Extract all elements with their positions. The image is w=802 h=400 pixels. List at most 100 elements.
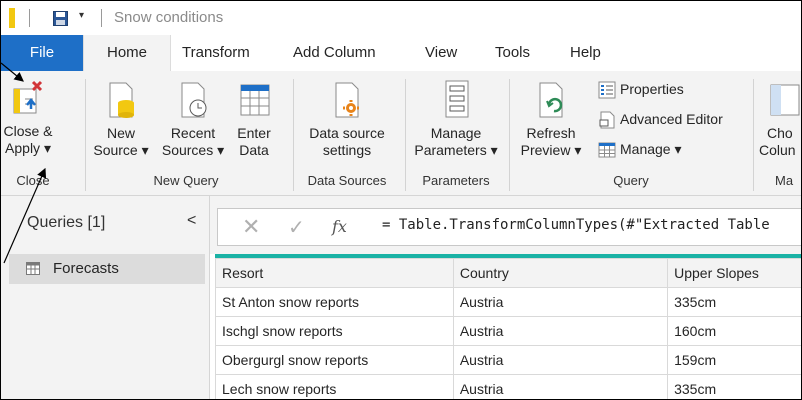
data-table: Resort Country Upper Slopes St Anton sno… (215, 258, 801, 399)
recent-sources-label: Recent (170, 125, 216, 141)
choose-columns-label-2: Colun (759, 142, 796, 158)
group-label-query: Query (613, 173, 649, 188)
table-cell[interactable]: Ischgl snow reports (215, 316, 454, 346)
close-apply-button[interactable]: Close & Apply ▾ (3, 79, 53, 157)
tab-file[interactable]: File (1, 35, 83, 71)
properties-label: Properties (620, 81, 684, 97)
refresh-preview-button[interactable]: Refresh Preview ▾ (513, 81, 589, 159)
group-separator (85, 79, 86, 191)
cancel-icon[interactable]: ✕ (242, 214, 260, 240)
recent-sources-label-2: Sources ▾ (161, 142, 225, 158)
ribbon-tabs: File Home Transform Add Column View Tool… (1, 35, 801, 72)
enter-data-label-2: Data (239, 142, 269, 158)
table-row: Obergurgl snow reports Austria 159cm (215, 345, 801, 375)
choose-columns-icon (770, 84, 800, 116)
collapse-panel-button[interactable]: < (187, 212, 196, 230)
formula-bar: ✕ ✓ fx = Table.TransformColumnTypes(#"Ex… (210, 196, 801, 254)
manage-table-icon (598, 142, 616, 158)
formula-input[interactable]: = Table.TransformColumnTypes(#"Extracted… (368, 208, 801, 246)
tab-help[interactable]: Help (570, 35, 601, 71)
manage-parameters-label: Manage (430, 125, 482, 141)
data-source-settings-button[interactable]: Data source settings (297, 81, 397, 159)
column-header-upper-slopes[interactable]: Upper Slopes (667, 258, 801, 288)
table-cell[interactable]: Austria (452, 345, 669, 375)
choose-columns-label: Cho (767, 125, 793, 141)
tab-tools[interactable]: Tools (495, 35, 530, 71)
queries-title: Queries [1] (27, 214, 106, 231)
enter-data-label: Enter (237, 125, 271, 141)
group-separator (405, 79, 406, 191)
manage-parameters-button[interactable]: Manage Parameters ▾ (408, 79, 504, 159)
title-bar: ▾ Snow conditions (1, 1, 801, 35)
window-title: Snow conditions (114, 9, 224, 26)
table-cell[interactable]: Austria (452, 374, 669, 399)
app-window: ▾ Snow conditions File Home Transform Ad… (0, 0, 802, 400)
save-icon[interactable] (53, 11, 68, 26)
manage-query-button[interactable]: Manage ▾ (598, 139, 682, 159)
group-label-parameters: Parameters (422, 173, 490, 188)
data-preview-grid: Resort Country Upper Slopes St Anton sno… (215, 254, 801, 399)
close-apply-icon (13, 80, 43, 114)
data-source-settings-label: Data source (309, 125, 385, 141)
table-cell[interactable]: St Anton snow reports (215, 287, 454, 317)
ribbon: Close & Apply ▾ Close New Source ▾ Recen… (1, 71, 801, 196)
group-label-manage-columns: Ma (775, 173, 794, 188)
manage-query-label: Manage ▾ (620, 141, 682, 157)
table-cell[interactable]: Lech snow reports (215, 374, 454, 399)
enter-data-button[interactable]: Enter Data (231, 81, 277, 159)
tab-home[interactable]: Home (83, 35, 171, 72)
customize-toolbar-arrow-icon[interactable]: ▾ (79, 10, 84, 21)
tab-view[interactable]: View (425, 35, 457, 71)
choose-columns-button[interactable]: Cho Colun (757, 81, 801, 159)
tab-transform[interactable]: Transform (182, 35, 250, 71)
new-source-label-2: Source ▾ (93, 142, 149, 158)
new-source-icon (109, 82, 134, 118)
enter-data-table-icon (240, 84, 270, 116)
data-source-settings-icon (335, 82, 359, 118)
query-item-label: Forecasts (53, 260, 119, 277)
table-cell[interactable]: Obergurgl snow reports (215, 345, 454, 375)
table-row: St Anton snow reports Austria 335cm (215, 287, 801, 317)
table-cell[interactable]: 335cm (667, 287, 801, 317)
refresh-preview-label: Refresh (526, 125, 576, 141)
table-row: Lech snow reports Austria 335cm (215, 374, 801, 399)
group-label-close: Close (16, 173, 50, 188)
formula-text: = Table.TransformColumnTypes(#"Extracted… (382, 217, 770, 233)
group-label-new-query: New Query (153, 173, 219, 188)
advanced-editor-label: Advanced Editor (620, 111, 723, 127)
column-header-country[interactable]: Country (452, 258, 669, 288)
group-separator (509, 79, 510, 191)
table-row: Ischgl snow reports Austria 160cm (215, 316, 801, 346)
tab-add-column[interactable]: Add Column (293, 35, 376, 71)
table-icon (26, 262, 40, 275)
check-icon[interactable]: ✓ (288, 215, 305, 240)
new-source-button[interactable]: New Source ▾ (89, 81, 153, 159)
recent-sources-icon (181, 82, 207, 118)
column-header-resort[interactable]: Resort (215, 258, 454, 288)
table-cell[interactable]: 160cm (667, 316, 801, 346)
data-source-settings-label-2: settings (322, 142, 372, 158)
advanced-editor-icon (599, 111, 615, 129)
group-separator (753, 79, 754, 191)
close-apply-label: Close & (3, 123, 53, 139)
properties-icon (598, 81, 616, 99)
formula-buttons: ✕ ✓ fx (217, 208, 369, 246)
power-bi-logo-icon (9, 8, 15, 28)
queries-panel: Queries [1] < Forecasts (1, 196, 210, 399)
recent-sources-button[interactable]: Recent Sources ▾ (157, 81, 229, 159)
group-label-data-sources: Data Sources (307, 173, 387, 188)
new-source-label: New (106, 125, 135, 141)
table-cell[interactable]: Austria (452, 316, 669, 346)
advanced-editor-button[interactable]: Advanced Editor (598, 109, 723, 129)
manage-parameters-label-2: Parameters ▾ (414, 142, 498, 158)
fx-icon[interactable]: fx (332, 217, 347, 236)
refresh-preview-icon (539, 82, 563, 118)
query-item-forecasts[interactable]: Forecasts (9, 254, 205, 284)
manage-parameters-icon (445, 80, 469, 118)
table-cell[interactable]: Austria (452, 287, 669, 317)
close-apply-label-2: Apply ▾ (5, 140, 51, 156)
table-cell[interactable]: 335cm (667, 374, 801, 399)
table-cell[interactable]: 159cm (667, 345, 801, 375)
properties-button[interactable]: Properties (598, 79, 684, 99)
title-separator (29, 9, 30, 27)
